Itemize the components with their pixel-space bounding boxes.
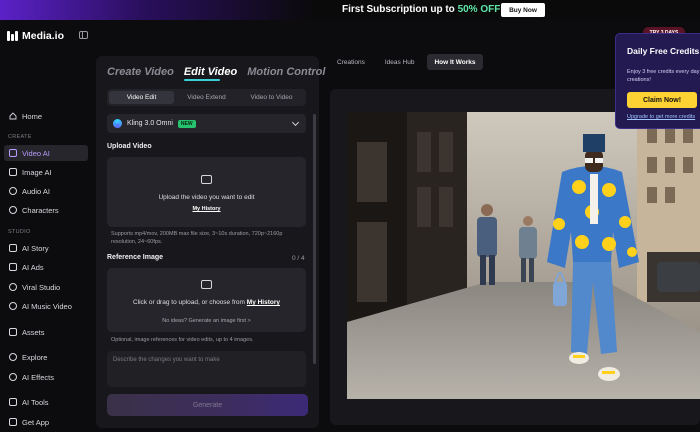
buy-now-button[interactable]: Buy Now [501,3,545,17]
sidebar-collapse-icon[interactable] [79,31,88,39]
compass-icon [9,353,17,361]
reference-image-dropzone[interactable]: Click or drag to upload, or choose from … [107,268,306,332]
sidebar-item-ai-tools[interactable]: AI Tools [4,394,88,410]
sidebar-label-video-ai: Video AI [22,148,50,158]
sidebar-label-characters: Characters [22,205,59,215]
sparkle-icon [9,283,17,291]
video-icon [9,149,17,157]
audio-icon [9,187,17,195]
folder-icon [9,328,17,336]
new-badge: NEW [177,119,196,128]
tab-creations[interactable]: Creations [330,54,372,70]
sidebar-label-explore: Explore [22,352,48,362]
upload-video-help: Supports mp4/mov, 200MB max file size, 3… [111,231,283,245]
book-icon [9,244,17,252]
claim-now-button[interactable]: Claim Now! [627,92,697,108]
reference-image-title: Reference Image [107,254,164,261]
edit-mode-segmented: Video Edit Video Extend Video to Video [107,89,306,106]
sidebar-label-ai-music-video: AI Music Video [22,301,72,311]
sidebar-label-ai-effects: AI Effects [22,372,54,382]
upload-video-text: Upload the video you want to edit [158,194,255,201]
mode-tabs: Create Video Edit Video Motion Control [107,66,325,81]
sidebar-item-get-app[interactable]: Get App [4,414,88,430]
banner-highlight: 50% OFF [457,4,501,15]
sidebar-label-get-app: Get App [22,417,50,427]
sidebar-item-image-ai[interactable]: Image AI [4,164,88,180]
upload-video-dropzone[interactable]: Upload the video you want to edit My His… [107,157,306,227]
sidebar-label-home: Home [22,111,43,121]
kling-logo-icon [113,119,122,128]
video-upload-icon [201,175,212,184]
sidebar-item-ai-effects[interactable]: AI Effects [4,369,88,385]
tab-video-extend[interactable]: Video Extend [174,91,239,104]
sidebar-label-assets: Assets [22,327,45,337]
megaphone-icon [9,263,17,271]
sidebar-item-ai-music-video[interactable]: AI Music Video [4,298,88,314]
image-upload-icon [201,280,212,289]
sidebar-section-create: CREATE [8,134,32,140]
tab-motion-control[interactable]: Motion Control [247,66,325,78]
image-icon [9,168,17,176]
tab-ideas-hub[interactable]: Ideas Hub [378,54,422,70]
upgrade-link[interactable]: Upgrade to get more credits [627,114,695,120]
preview-video[interactable] [347,112,700,399]
panel-scrollbar[interactable] [313,114,316,364]
tab-edit-video[interactable]: Edit Video [183,66,237,81]
upload-video-history-link[interactable]: My History [107,206,306,212]
reference-history-link[interactable]: My History [247,299,280,306]
sidebar-item-viral-studio[interactable]: Viral Studio [4,279,88,295]
sidebar-item-audio-ai[interactable]: Audio AI [4,183,88,199]
prompt-input[interactable]: Describe the changes you want to make [107,351,306,387]
sidebar-item-assets[interactable]: Assets [4,324,88,340]
daily-credits-card: Daily Free Credits Enjoy 3 free credits … [615,33,700,129]
home-icon [9,112,17,120]
header [0,20,700,52]
tab-video-edit[interactable]: Video Edit [109,91,174,104]
sidebar-item-characters[interactable]: Characters [4,202,88,218]
street-scene-image [347,112,700,399]
reference-image-help: Optional, image references for video edi… [111,337,254,343]
sidebar: Home CREATE Video AI Image AI Audio AI C… [0,52,94,432]
upload-video-title: Upload Video [107,143,152,150]
reference-upload-text: Click or drag to upload, or choose from … [107,299,306,306]
generate-button[interactable]: Generate [107,394,308,416]
user-icon [9,206,17,214]
model-dropdown[interactable]: Kling 3.0 Omni NEW [107,114,306,133]
promo-banner: First Subscription up to 50% OFF Buy Now [0,0,700,20]
sidebar-label-ai-ads: AI Ads [22,262,44,272]
sidebar-item-home[interactable]: Home [4,108,88,124]
sidebar-item-ai-story[interactable]: AI Story [4,240,88,256]
banner-text-prefix: First Subscription up to [342,4,458,15]
sidebar-label-viral-studio: Viral Studio [22,282,61,292]
brand-logo[interactable]: Media.io [7,30,64,42]
sidebar-item-ai-ads[interactable]: AI Ads [4,259,88,275]
effects-icon [9,373,17,381]
sidebar-section-studio: STUDIO [8,229,31,235]
tab-video-to-video[interactable]: Video to Video [239,91,304,104]
tools-icon [9,398,17,406]
brand-name: Media.io [22,30,65,42]
phone-icon [9,418,17,426]
credits-description: Enjoy 3 free credits every day for creat… [627,69,700,83]
music-icon [9,302,17,310]
sidebar-item-video-ai[interactable]: Video AI [4,145,88,161]
sidebar-item-explore[interactable]: Explore [4,349,88,365]
credits-title: Daily Free Credits [627,46,700,56]
tab-how-it-works[interactable]: How It Works [427,54,483,70]
sidebar-label-ai-tools: AI Tools [22,397,49,407]
right-tabs: Creations Ideas Hub How It Works [330,54,483,70]
logo-icon [7,31,18,41]
reference-upload-prefix: Click or drag to upload, or choose from [132,299,247,306]
sidebar-label-audio-ai: Audio AI [22,186,50,196]
tab-create-video[interactable]: Create Video [107,66,174,78]
generate-image-first-link[interactable]: No ideas? Generate an image first > [107,318,306,324]
model-name: Kling 3.0 Omni [127,120,173,127]
reference-image-count: 0 / 4 [292,255,305,262]
chevron-down-icon [291,118,300,127]
banner-text: First Subscription up to 50% OFF [342,4,500,15]
sidebar-label-image-ai: Image AI [22,167,52,177]
sidebar-label-ai-story: AI Story [22,243,49,253]
